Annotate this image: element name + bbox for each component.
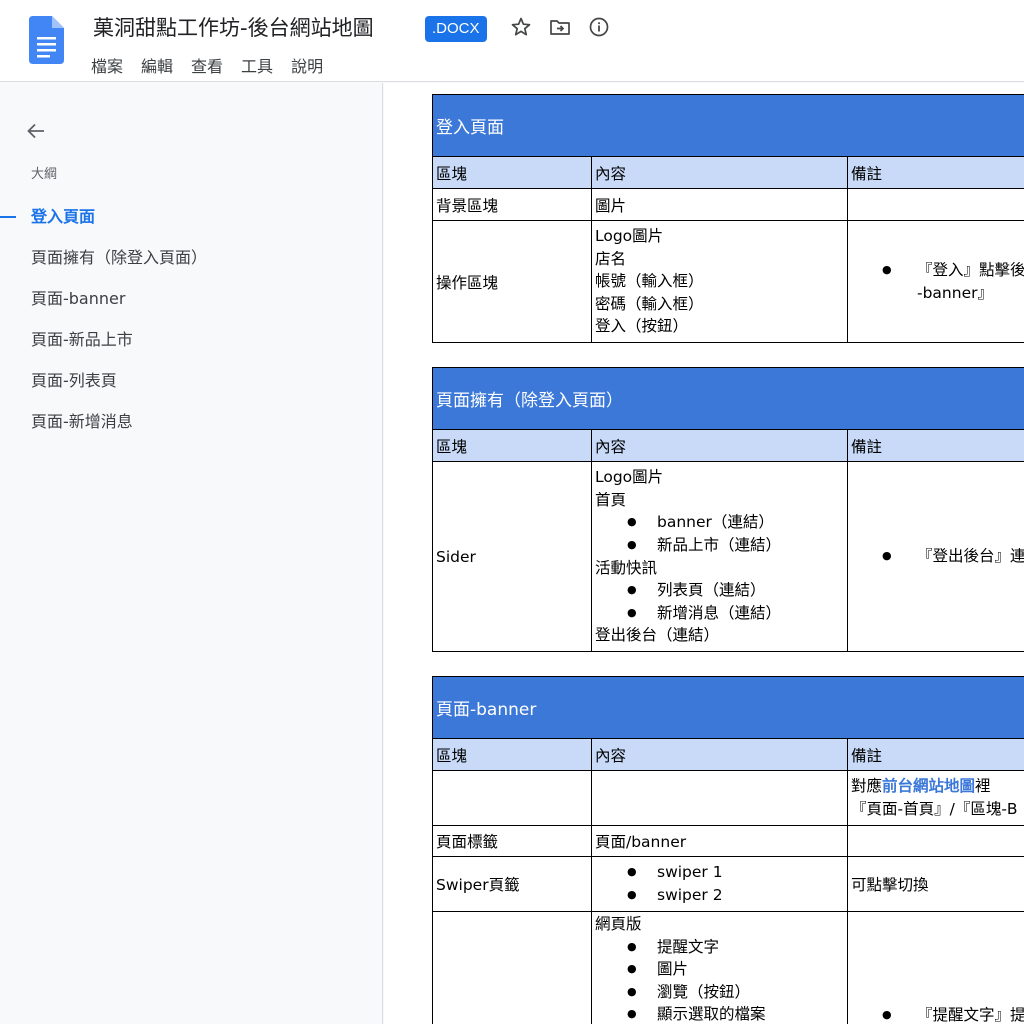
outline-item-page-list[interactable]: 頁面-列表頁 bbox=[0, 366, 382, 407]
table-row: 頁面標籤 頁面/banner bbox=[432, 825, 1024, 857]
content-line: 首頁 bbox=[595, 490, 627, 509]
cell-content: 圖片 bbox=[591, 188, 848, 221]
content-bullet: swiper 2 bbox=[595, 884, 844, 907]
content-line: 登出後台（連結） bbox=[595, 626, 720, 645]
column-header-content: 內容 bbox=[591, 156, 848, 189]
content-bullet: 提醒文字 bbox=[595, 936, 844, 959]
section-table-shared: 頁面擁有（除登入頁面） 區塊 內容 備註 Sider Logo圖片 首頁 ban… bbox=[432, 367, 1024, 652]
column-header-note: 備註 bbox=[847, 738, 1024, 771]
content-line: 網頁版 bbox=[595, 915, 642, 933]
content-line: 密碼（輸入框） bbox=[595, 294, 704, 313]
document-title[interactable]: 菓洞甜點工作坊-後台網站地圖 bbox=[93, 12, 374, 42]
menu-view[interactable]: 查看 bbox=[191, 53, 223, 77]
outline-label: 大綱 bbox=[31, 167, 58, 182]
outline-item-page-banner[interactable]: 頁面-banner bbox=[0, 284, 382, 325]
cell-note: 『登出後台』連 bbox=[847, 461, 1024, 652]
info-icon[interactable] bbox=[587, 15, 611, 39]
content-bullet: 顯示選取的檔案 bbox=[595, 1003, 844, 1024]
column-header-note: 備註 bbox=[847, 156, 1024, 189]
content-bullet: 圖片 bbox=[595, 958, 844, 981]
column-header-note: 備註 bbox=[847, 429, 1024, 462]
cell-block bbox=[432, 770, 592, 826]
column-header-content: 內容 bbox=[591, 429, 848, 462]
cell-block: 背景區塊 bbox=[432, 188, 592, 221]
note-bullet: 『登出後台』連 bbox=[851, 545, 1024, 568]
outline-item-login-page[interactable]: 登入頁面 bbox=[0, 202, 382, 243]
note-line: 對應前台網站地圖裡 bbox=[851, 775, 1024, 798]
cell-note: 『提醒文字』提 bbox=[847, 911, 1024, 1024]
docs-logo-icon[interactable] bbox=[29, 16, 64, 64]
cell-content: Logo圖片 店名 帳號（輸入框） 密碼（輸入框） 登入（按鈕） bbox=[591, 220, 848, 343]
app-header: 菓洞甜點工作坊-後台網站地圖 .DOCX 檔案 編輯 查看 工具 說明 bbox=[0, 0, 1024, 82]
cell-content: 網頁版 提醒文字 圖片 瀏覽（按鈕） 顯示選取的檔案 bbox=[591, 911, 848, 1024]
cell-note bbox=[847, 188, 1024, 221]
document-canvas[interactable]: 登入頁面 區塊 內容 備註 背景區塊 圖片 操作區塊 Logo圖片 店名 帳號（… bbox=[384, 83, 1024, 1024]
cell-note: 對應前台網站地圖裡 『頁面-首頁』/『區塊-B bbox=[847, 770, 1024, 826]
content-line: Logo圖片 bbox=[595, 227, 664, 246]
column-header-block: 區塊 bbox=[432, 156, 592, 189]
table-row: Sider Logo圖片 首頁 banner（連結） 新品上市（連結） 活動快訊… bbox=[432, 461, 1024, 652]
column-header-block: 區塊 bbox=[432, 738, 592, 771]
section-table-login: 登入頁面 區塊 內容 備註 背景區塊 圖片 操作區塊 Logo圖片 店名 帳號（… bbox=[432, 94, 1024, 343]
cell-block bbox=[432, 911, 592, 1024]
cell-content: 頁面/banner bbox=[591, 825, 848, 857]
column-header-block: 區塊 bbox=[432, 429, 592, 462]
menu-file[interactable]: 檔案 bbox=[91, 53, 123, 77]
cell-content: Logo圖片 首頁 banner（連結） 新品上市（連結） 活動快訊 列表頁（連… bbox=[591, 461, 848, 652]
content-bullet: 列表頁（連結） bbox=[595, 579, 844, 602]
note-bullet: 『登入』點擊後 bbox=[851, 259, 1024, 282]
frontend-sitemap-link[interactable]: 前台網站地圖 bbox=[882, 777, 975, 795]
table-row: 操作區塊 Logo圖片 店名 帳號（輸入框） 密碼（輸入框） 登入（按鈕） 『登… bbox=[432, 220, 1024, 343]
note-line: 『頁面-首頁』/『區塊-B bbox=[851, 800, 1018, 818]
table-row: 背景區塊 圖片 bbox=[432, 188, 1024, 221]
section-table-banner: 頁面-banner 區塊 內容 備註 對應前台網站地圖裡 『頁面-首頁』/『區塊… bbox=[432, 676, 1024, 1024]
note-text: 裡 bbox=[975, 777, 991, 796]
content-line: 活動快訊 bbox=[595, 558, 658, 577]
content-line: 帳號（輸入框） bbox=[595, 272, 704, 291]
cell-block: 頁面標籤 bbox=[432, 825, 592, 857]
section-title: 頁面-banner bbox=[432, 676, 1024, 739]
content-line: 店名 bbox=[595, 249, 627, 268]
table-row: 網頁版 提醒文字 圖片 瀏覽（按鈕） 顯示選取的檔案 『提醒文字』提 bbox=[432, 911, 1024, 1024]
cell-content: swiper 1 swiper 2 bbox=[591, 856, 848, 912]
outline-item-page-shared[interactable]: 頁面擁有（除登入頁面） bbox=[0, 243, 382, 284]
note-bullet: 『提醒文字』提 bbox=[851, 1004, 1024, 1024]
outline-item-page-new-products[interactable]: 頁面-新品上市 bbox=[0, 325, 382, 366]
content-bullet: 新品上市（連結） bbox=[595, 534, 844, 557]
file-format-badge: .DOCX bbox=[425, 16, 487, 42]
content-bullet: banner（連結） bbox=[595, 511, 844, 534]
menu-help[interactable]: 說明 bbox=[291, 53, 323, 77]
menu-tools[interactable]: 工具 bbox=[241, 53, 273, 77]
back-arrow-icon[interactable] bbox=[24, 119, 48, 143]
cell-note bbox=[847, 825, 1024, 857]
content-line: Logo圖片 bbox=[595, 468, 664, 487]
outline-list: 登入頁面 頁面擁有（除登入頁面） 頁面-banner 頁面-新品上市 頁面-列表… bbox=[0, 202, 382, 448]
outline-item-page-add-news[interactable]: 頁面-新增消息 bbox=[0, 407, 382, 448]
cell-note: 『登入』點擊後 -banner』 bbox=[847, 220, 1024, 343]
menu-bar: 檔案 編輯 查看 工具 說明 bbox=[91, 53, 323, 77]
cell-content bbox=[591, 770, 848, 826]
content-line: 登入（按鈕） bbox=[595, 317, 689, 336]
cell-note: 可點擊切換 bbox=[847, 856, 1024, 912]
document-page[interactable]: 登入頁面 區塊 內容 備註 背景區塊 圖片 操作區塊 Logo圖片 店名 帳號（… bbox=[384, 83, 1024, 1024]
content-bullet: 瀏覽（按鈕） bbox=[595, 981, 844, 1004]
cell-block: 操作區塊 bbox=[432, 220, 592, 343]
column-header-content: 內容 bbox=[591, 738, 848, 771]
table-row: 對應前台網站地圖裡 『頁面-首頁』/『區塊-B bbox=[432, 770, 1024, 826]
move-to-folder-icon[interactable] bbox=[548, 15, 572, 39]
note-line: -banner』 bbox=[917, 283, 993, 302]
menu-edit[interactable]: 編輯 bbox=[141, 53, 173, 77]
section-title: 頁面擁有（除登入頁面） bbox=[432, 367, 1024, 430]
table-row: Swiper頁籤 swiper 1 swiper 2 可點擊切換 bbox=[432, 856, 1024, 912]
note-text: 對應 bbox=[851, 777, 883, 796]
cell-block: Sider bbox=[432, 461, 592, 652]
cell-block: Swiper頁籤 bbox=[432, 856, 592, 912]
content-bullet: swiper 1 bbox=[595, 861, 844, 884]
section-title: 登入頁面 bbox=[432, 94, 1024, 157]
star-icon[interactable] bbox=[509, 15, 533, 39]
outline-sidebar: 大綱 登入頁面 頁面擁有（除登入頁面） 頁面-banner 頁面-新品上市 頁面… bbox=[0, 83, 383, 1024]
content-bullet: 新增消息（連結） bbox=[595, 602, 844, 625]
